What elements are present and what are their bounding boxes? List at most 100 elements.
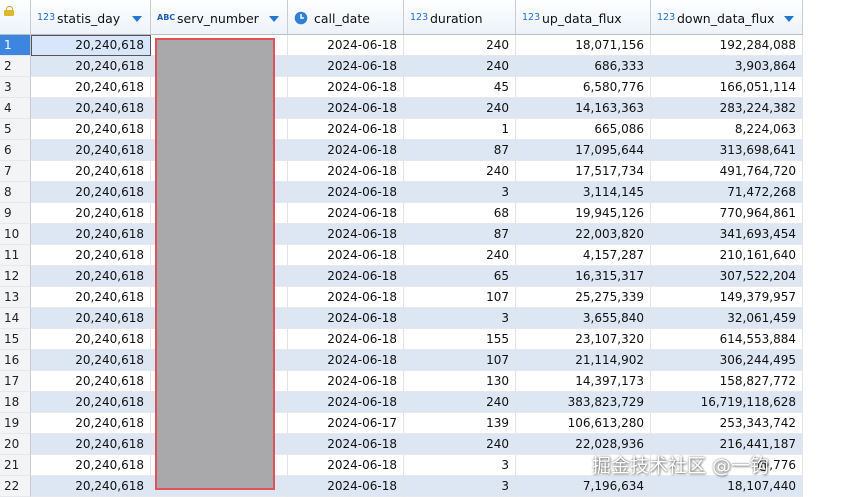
cell-call-date[interactable]: 2024-06-18 <box>288 350 404 371</box>
cell-call-date[interactable]: 2024-06-18 <box>288 266 404 287</box>
cell-call-date[interactable]: 2024-06-18 <box>288 476 404 497</box>
table-row[interactable]: 18 20,240,618 2024-06-18 240 383,823,729 16,7… <box>0 392 803 413</box>
cell-statis-day[interactable]: 20,240,618 <box>31 56 151 77</box>
cell-down-data-flux[interactable]: 253,343,742 <box>651 413 803 434</box>
cell-duration[interactable]: 139 <box>404 413 516 434</box>
cell-statis-day[interactable]: 20,240,618 <box>31 455 151 476</box>
cell-duration[interactable]: 240 <box>404 245 516 266</box>
table-row[interactable]: 22 20,240,618 2024-06-18 3 7,196,634 18,107,4… <box>0 476 803 497</box>
table-row[interactable]: 13 20,240,618 2024-06-18 107 25,275,339 149,3… <box>0 287 803 308</box>
cell-call-date[interactable]: 2024-06-18 <box>288 329 404 350</box>
row-number[interactable]: 7 <box>0 161 31 182</box>
cell-duration[interactable]: 240 <box>404 434 516 455</box>
cell-duration[interactable]: 68 <box>404 203 516 224</box>
cell-call-date[interactable]: 2024-06-18 <box>288 140 404 161</box>
cell-down-data-flux[interactable]: 192,284,088 <box>651 35 803 56</box>
row-number[interactable]: 16 <box>0 350 31 371</box>
cell-statis-day[interactable]: 20,240,618 <box>31 140 151 161</box>
cell-call-date[interactable]: 2024-06-18 <box>288 98 404 119</box>
cell-statis-day[interactable]: 20,240,618 <box>31 203 151 224</box>
cell-down-data-flux[interactable]: 306,244,495 <box>651 350 803 371</box>
table-row[interactable]: 9 20,240,618 2024-06-18 68 19,945,126 770,964… <box>0 203 803 224</box>
cell-down-data-flux[interactable]: 307,522,204 <box>651 266 803 287</box>
cell-statis-day[interactable]: 20,240,618 <box>31 371 151 392</box>
cell-down-data-flux[interactable]: 341,693,454 <box>651 224 803 245</box>
cell-duration[interactable]: 1 <box>404 119 516 140</box>
cell-statis-day[interactable]: 20,240,618 <box>31 308 151 329</box>
sort-dropdown-icon[interactable] <box>132 16 142 22</box>
table-row[interactable]: 16 20,240,618 2024-06-18 107 21,114,902 306,2… <box>0 350 803 371</box>
cell-down-data-flux[interactable]: 18,107,440 <box>651 476 803 497</box>
cell-up-data-flux[interactable]: 16,315,317 <box>516 266 651 287</box>
cell-up-data-flux[interactable]: 3,655,840 <box>516 308 651 329</box>
cell-statis-day[interactable]: 20,240,618 <box>31 476 151 497</box>
cell-statis-day[interactable]: 20,240,618 <box>31 161 151 182</box>
cell-call-date[interactable]: 2024-06-18 <box>288 203 404 224</box>
column-header-statis-day[interactable]: 123 statis_day <box>31 0 151 35</box>
row-number[interactable]: 5 <box>0 119 31 140</box>
cell-call-date[interactable]: 2024-06-18 <box>288 119 404 140</box>
row-number[interactable]: 13 <box>0 287 31 308</box>
table-row[interactable]: 8 20,240,618 2024-06-18 3 3,114,145 71,472,26… <box>0 182 803 203</box>
cell-call-date[interactable]: 2024-06-18 <box>288 392 404 413</box>
cell-statis-day[interactable]: 20,240,618 <box>31 77 151 98</box>
cell-call-date[interactable]: 2024-06-18 <box>288 371 404 392</box>
cell-statis-day[interactable]: 20,240,618 <box>31 392 151 413</box>
cell-up-data-flux[interactable]: 14,397,173 <box>516 371 651 392</box>
cell-statis-day[interactable]: 20,240,618 <box>31 413 151 434</box>
cell-duration[interactable]: 130 <box>404 371 516 392</box>
cell-down-data-flux[interactable]: 149,379,957 <box>651 287 803 308</box>
grid-corner[interactable] <box>0 0 31 35</box>
cell-call-date[interactable]: 2024-06-18 <box>288 35 404 56</box>
cell-duration[interactable]: 240 <box>404 392 516 413</box>
table-row[interactable]: 6 20,240,618 2024-06-18 87 17,095,644 313,698… <box>0 140 803 161</box>
cell-statis-day[interactable]: 20,240,618 <box>31 119 151 140</box>
cell-call-date[interactable]: 2024-06-18 <box>288 224 404 245</box>
row-number[interactable]: 18 <box>0 392 31 413</box>
table-row[interactable]: 10 20,240,618 2024-06-18 87 22,003,820 341,69… <box>0 224 803 245</box>
table-row[interactable]: 14 20,240,618 2024-06-18 3 3,655,840 32,061,4… <box>0 308 803 329</box>
cell-statis-day[interactable]: 20,240,618 <box>31 434 151 455</box>
cell-duration[interactable]: 240 <box>404 35 516 56</box>
cell-call-date[interactable]: 2024-06-18 <box>288 56 404 77</box>
cell-statis-day[interactable]: 20,240,618 <box>31 35 151 56</box>
cell-statis-day[interactable]: 20,240,618 <box>31 287 151 308</box>
cell-up-data-flux[interactable]: 14,163,363 <box>516 98 651 119</box>
cell-duration[interactable]: 155 <box>404 329 516 350</box>
table-row[interactable]: 7 20,240,618 2024-06-18 240 17,517,734 491,76… <box>0 161 803 182</box>
row-number[interactable]: 6 <box>0 140 31 161</box>
row-number[interactable]: 8 <box>0 182 31 203</box>
cell-up-data-flux[interactable]: 17,095,644 <box>516 140 651 161</box>
cell-up-data-flux[interactable]: 23,107,320 <box>516 329 651 350</box>
cell-duration[interactable]: 87 <box>404 224 516 245</box>
cell-down-data-flux[interactable]: 8,224,063 <box>651 119 803 140</box>
cell-duration[interactable]: 87 <box>404 140 516 161</box>
table-row[interactable]: 4 20,240,618 2024-06-18 240 14,163,363 283,22… <box>0 98 803 119</box>
row-number[interactable]: 14 <box>0 308 31 329</box>
cell-statis-day[interactable]: 20,240,618 <box>31 245 151 266</box>
table-row[interactable]: 2 20,240,618 2024-06-18 240 686,333 3,903,864 <box>0 56 803 77</box>
row-number[interactable]: 21 <box>0 455 31 476</box>
row-number[interactable]: 12 <box>0 266 31 287</box>
cell-statis-day[interactable]: 20,240,618 <box>31 224 151 245</box>
column-header-down-data-flux[interactable]: 123 down_data_flux <box>651 0 803 35</box>
row-number[interactable]: 10 <box>0 224 31 245</box>
table-row[interactable]: 19 20,240,618 2024-06-17 139 106,613,280 253,… <box>0 413 803 434</box>
cell-down-data-flux[interactable]: 3,903,864 <box>651 56 803 77</box>
cell-duration[interactable]: 65 <box>404 266 516 287</box>
sort-dropdown-icon[interactable] <box>784 16 794 22</box>
cell-duration[interactable]: 107 <box>404 287 516 308</box>
column-header-serv-number[interactable]: ABC serv_number <box>151 0 288 35</box>
cell-duration[interactable]: 3 <box>404 308 516 329</box>
cell-duration[interactable]: 240 <box>404 98 516 119</box>
cell-duration[interactable]: 240 <box>404 161 516 182</box>
table-row[interactable]: 15 20,240,618 2024-06-18 155 23,107,320 614,5… <box>0 329 803 350</box>
cell-up-data-flux[interactable]: 25,275,339 <box>516 287 651 308</box>
row-number[interactable]: 22 <box>0 476 31 497</box>
cell-up-data-flux[interactable]: 6,580,776 <box>516 77 651 98</box>
table-row[interactable]: 3 20,240,618 2024-06-18 45 6,580,776 166,051,… <box>0 77 803 98</box>
cell-down-data-flux[interactable]: 32,061,459 <box>651 308 803 329</box>
cell-call-date[interactable]: 2024-06-18 <box>288 182 404 203</box>
row-number[interactable]: 17 <box>0 371 31 392</box>
cell-up-data-flux[interactable]: 7,196,634 <box>516 476 651 497</box>
